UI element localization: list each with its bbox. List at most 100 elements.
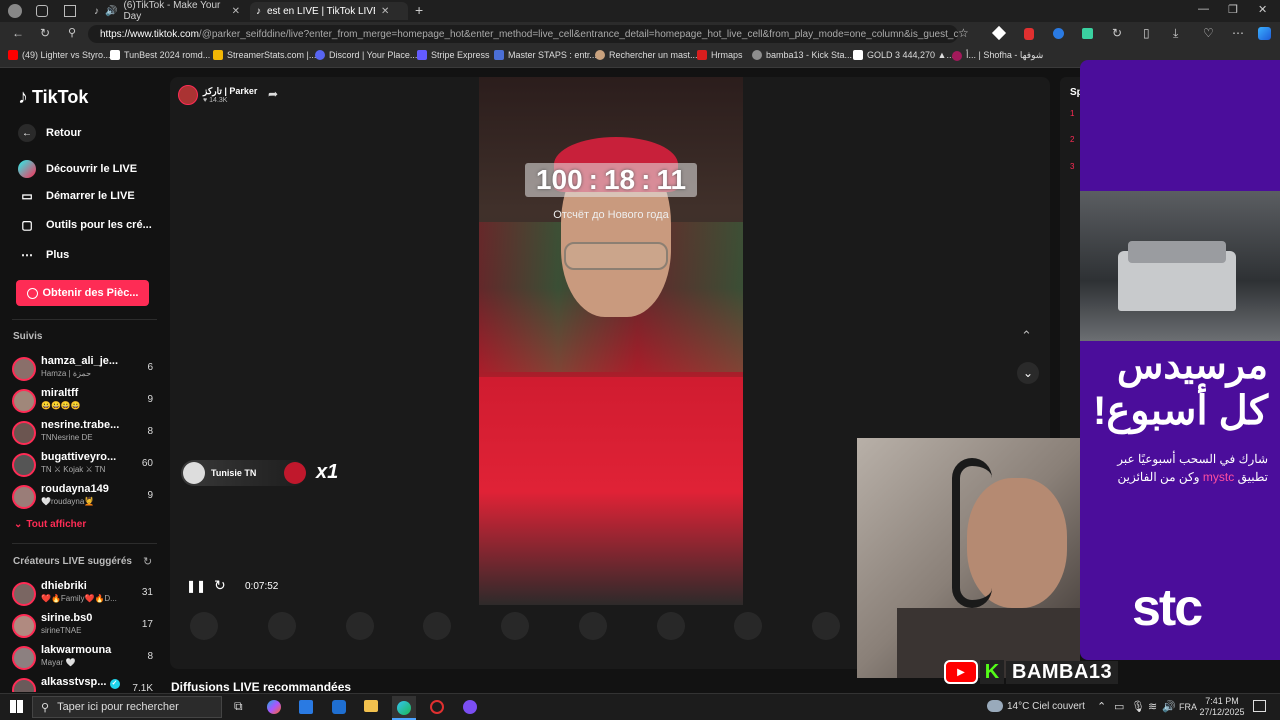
site-info-icon[interactable]: ⚲: [68, 26, 76, 39]
nav-discover-live[interactable]: Découvrir le LIVE: [18, 160, 137, 178]
task-view-icon[interactable]: ⧉: [234, 699, 243, 714]
profile-icon[interactable]: [8, 4, 22, 18]
live-video[interactable]: 100:18:11 Отсчёт до Нового года: [479, 77, 743, 605]
gift-icon[interactable]: [734, 612, 763, 640]
suggested-creator[interactable]: alkasstvsp... ✓ 7.1K: [12, 676, 157, 692]
gift-icon[interactable]: [267, 612, 296, 640]
new-tab-icon[interactable]: +: [415, 2, 423, 18]
stc-advertisement[interactable]: مرسيدس كل أسبوع! شارك في السحب أسبوعيًا …: [1080, 60, 1280, 660]
nav-more[interactable]: ⋯ Plus: [18, 248, 69, 262]
extension-icon[interactable]: [991, 25, 1007, 41]
show-all-link[interactable]: ⌄ Tout afficher: [14, 519, 86, 530]
gift-tray: [190, 612, 840, 652]
edge-taskbar-button[interactable]: [392, 696, 416, 720]
favorite-star-icon[interactable]: ☆: [958, 26, 969, 40]
suggested-creator[interactable]: dhiebriki ❤️🔥Family❤️🔥D... 31: [12, 580, 157, 610]
get-coins-button[interactable]: Obtenir des Pièc...: [16, 280, 149, 306]
extension-icon[interactable]: [1024, 28, 1034, 40]
app-icon[interactable]: [463, 700, 477, 714]
nav-creator-tools[interactable]: ▢ Outils pour les cré...: [18, 218, 151, 232]
minimize-icon[interactable]: —: [1198, 3, 1209, 15]
back-button[interactable]: ← Retour: [18, 124, 81, 142]
refresh-icon[interactable]: ↻: [143, 555, 152, 568]
wifi-icon[interactable]: ≋: [1148, 700, 1157, 713]
suggested-creator[interactable]: lakwarmouna Mayar 🤍 8: [12, 644, 157, 674]
followed-account[interactable]: nesrine.trabe... TNNesrine DE 8: [12, 419, 157, 449]
gift-icon[interactable]: [501, 612, 529, 640]
split-view-icon[interactable]: ▯: [1143, 26, 1150, 40]
share-icon[interactable]: ➦: [268, 87, 278, 101]
bookmark-discord[interactable]: Discord | Your Place...: [315, 50, 417, 60]
taskbar-search[interactable]: ⚲ Taper ici pour rechercher: [32, 696, 222, 718]
restore-icon[interactable]: ❐: [1228, 3, 1238, 16]
countdown-caption: Отсчёт до Нового года: [553, 209, 669, 221]
network-icon[interactable]: ▭: [1114, 700, 1124, 713]
url-field[interactable]: https://www.tiktok.com/@parker_seifddine…: [88, 25, 958, 43]
gift-icon[interactable]: [656, 612, 685, 640]
bookmark-master-staps[interactable]: Master STAPS : entr...: [494, 50, 597, 60]
mail-icon[interactable]: [332, 700, 346, 714]
chevron-down-icon[interactable]: ⌄: [1017, 362, 1039, 384]
tab-tiktok-live[interactable]: ♪ est en LIVE | TikTok LIVE | تاركز ✕: [250, 2, 408, 20]
url-path: /@parker_seifddine/live?enter_from_merge…: [198, 28, 958, 40]
window-close-icon[interactable]: ✕: [1258, 3, 1267, 16]
volume-icon[interactable]: 🔊: [1162, 700, 1176, 713]
countdown-timer: 100:18:11: [525, 163, 697, 197]
language-indicator[interactable]: FRA: [1179, 702, 1197, 712]
bookmark-stripe[interactable]: Stripe Express: [417, 50, 490, 60]
refresh-extension-icon[interactable]: ↻: [1112, 26, 1122, 40]
download-icon[interactable]: ⤓: [1173, 26, 1178, 41]
menu-dots-icon[interactable]: ⋯: [1232, 26, 1244, 40]
copilot-icon[interactable]: [1258, 27, 1271, 40]
nav-start-live[interactable]: ▭ Démarrer le LIVE: [18, 189, 134, 203]
performance-icon[interactable]: ♡: [1203, 26, 1214, 40]
gift-icon[interactable]: [578, 612, 607, 640]
notifications-icon[interactable]: [1253, 700, 1266, 712]
microphone-icon[interactable]: 🎙: [1131, 700, 1145, 713]
bookmark-master-search[interactable]: Rechercher un mast...: [595, 50, 698, 60]
copilot-icon[interactable]: [267, 700, 281, 714]
clock[interactable]: 7:41 PM 27/12/2025: [1198, 696, 1246, 718]
live-discover-icon: [18, 160, 36, 178]
app-icon[interactable]: [430, 700, 444, 714]
gift-icon[interactable]: [190, 612, 218, 640]
file-explorer-icon[interactable]: [364, 700, 378, 712]
gift-icon[interactable]: [345, 612, 374, 640]
close-icon[interactable]: ✕: [232, 6, 240, 17]
bookmark-hrmaps[interactable]: Hrmaps: [697, 50, 743, 60]
extension-icon[interactable]: [1082, 28, 1093, 39]
followed-account[interactable]: hamza_ali_je... Hamza | حمزة 6: [12, 355, 157, 385]
avatar: [12, 485, 36, 509]
suggested-creator[interactable]: sirine.bs0 sirineTNAE 17: [12, 612, 157, 642]
reload-icon[interactable]: ↻: [40, 26, 50, 40]
followed-account[interactable]: bugattiveyro... TN ⚔ Kojak ⚔ TN 60: [12, 451, 157, 481]
avatar: [12, 389, 36, 413]
bookmark-shofha[interactable]: أ... | Shofha - شوفها: [952, 50, 1043, 61]
windows-start-icon[interactable]: [10, 700, 23, 713]
tab-tiktok-home[interactable]: ♪ 🔊 (6)TikTok - Make Your Day ✕: [88, 0, 246, 22]
back-arrow-icon[interactable]: ←: [12, 26, 24, 40]
gift-icon[interactable]: [812, 612, 840, 640]
tab-label: est en LIVE | TikTok LIVE | تاركز: [267, 5, 375, 17]
close-icon[interactable]: ✕: [381, 6, 389, 17]
pause-icon[interactable]: ❚❚: [186, 579, 206, 593]
followed-account[interactable]: roudayna149 🤍roudayna💆 9: [12, 483, 157, 513]
weather-text[interactable]: 14°C Ciel couvert: [1007, 701, 1085, 712]
gift-icon[interactable]: [423, 612, 452, 640]
workspaces-icon[interactable]: [36, 5, 48, 17]
followed-account[interactable]: miraltff 😀😀😀😀 9: [12, 387, 157, 417]
store-icon[interactable]: [299, 700, 313, 714]
refresh-icon[interactable]: ↻: [214, 577, 226, 594]
bookmark-tunbest[interactable]: TunBest 2024 romd...: [110, 50, 210, 60]
tab-actions-icon[interactable]: [64, 5, 76, 17]
extension-icon[interactable]: [1053, 28, 1064, 39]
tray-chevron-icon[interactable]: ⌃: [1097, 700, 1106, 713]
tiktok-logo[interactable]: ♪ TikTok: [18, 86, 88, 109]
chevron-up-icon[interactable]: ⌃: [1021, 328, 1032, 344]
bookmark-streamerstats[interactable]: StreamerStats.com |...: [213, 50, 316, 60]
bookmark-youtube[interactable]: (49) Lighter vs Styro...: [8, 50, 111, 60]
browser-tab-bar: ♪ 🔊 (6)TikTok - Make Your Day ✕ ♪ est en…: [0, 0, 1280, 22]
host-info[interactable]: تاركز | Parker ♥ 14.3K: [178, 84, 258, 106]
bookmark-gold[interactable]: GOLD 3 444,270 ▲...: [853, 50, 954, 60]
bookmark-kick[interactable]: bamba13 - Kick Sta...: [752, 50, 852, 60]
